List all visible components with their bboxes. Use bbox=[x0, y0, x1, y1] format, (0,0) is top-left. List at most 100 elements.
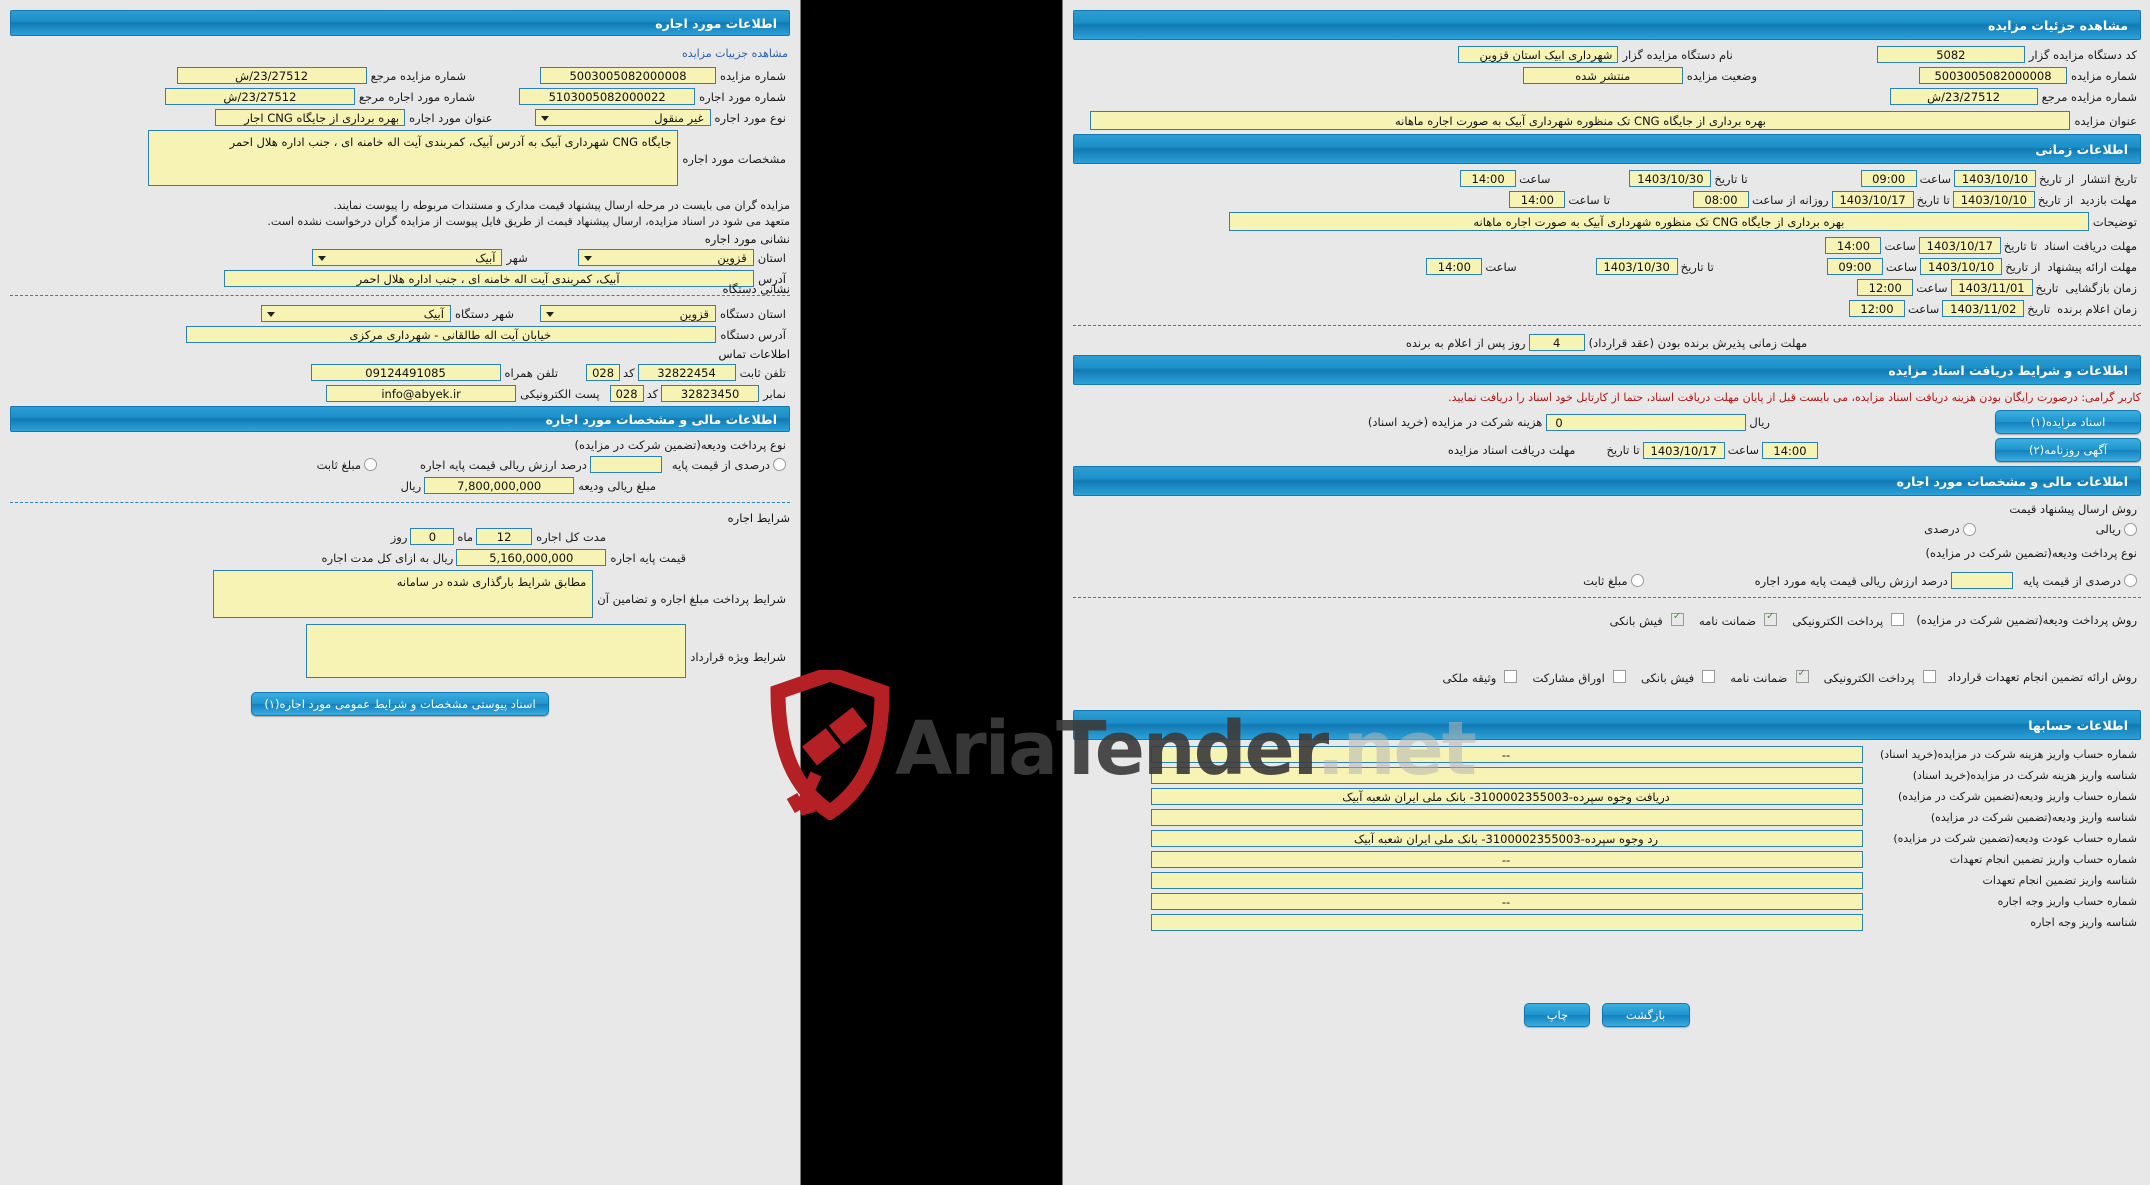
opening-time[interactable]: 12:00 bbox=[1857, 279, 1914, 296]
offer-to-time[interactable]: 14:00 bbox=[1426, 258, 1483, 275]
newspaper-ad-button[interactable]: آگهی روزنامه(۲) bbox=[1995, 438, 2141, 462]
right-fixed-amount-radio[interactable] bbox=[1630, 574, 1644, 587]
offer-to-date[interactable]: 1403/10/30 bbox=[1595, 258, 1678, 275]
docs-receive-time[interactable]: 14:00 bbox=[1762, 441, 1818, 459]
account-value[interactable] bbox=[1151, 872, 1863, 889]
phone-value[interactable]: 32822454 bbox=[637, 364, 736, 381]
publish-to-time[interactable]: 14:00 bbox=[1460, 170, 1517, 187]
account-label: شماره حساب واریز ودیعه(تضمین شرکت در مزا… bbox=[1898, 790, 2137, 803]
fax-code-value[interactable]: 028 bbox=[609, 385, 644, 402]
payment-terms-value[interactable]: مطابق شرایط بارگذاری شده در سامانه bbox=[213, 570, 594, 618]
winner-date-label: تاریخ bbox=[2027, 301, 2051, 316]
right-ref-number-value[interactable]: 23/27512/ش bbox=[1889, 88, 2038, 105]
publish-to-date[interactable]: 1403/10/30 bbox=[1629, 170, 1712, 187]
lease-duration-months[interactable]: 12 bbox=[476, 528, 533, 545]
visit-daily-from[interactable]: 08:00 bbox=[1693, 191, 1750, 208]
account-value[interactable] bbox=[1151, 809, 1863, 826]
offer-from-hour-label: ساعت bbox=[1885, 259, 1918, 274]
docs-to-time[interactable]: 14:00 bbox=[1825, 237, 1882, 254]
docs-to-date[interactable]: 1403/10/17 bbox=[1918, 237, 2001, 254]
winner-hour-label: ساعت bbox=[1907, 301, 1940, 316]
fax-value[interactable]: 32823450 bbox=[661, 385, 760, 402]
guarantee-bonds-checkbox[interactable] bbox=[1612, 670, 1626, 683]
org-code-value[interactable]: 5082 bbox=[1876, 46, 2025, 63]
left-deposit-type-row: نوع پرداخت ودیعه(تضمین شرکت در مزایده) bbox=[10, 438, 790, 452]
deposit-electronic-checkbox[interactable] bbox=[1891, 613, 1905, 626]
rial-method-radio[interactable] bbox=[2124, 522, 2137, 536]
publish-from-date[interactable]: 1403/10/10 bbox=[1953, 170, 2036, 187]
visit-to-date[interactable]: 1403/10/17 bbox=[1831, 191, 1914, 208]
visit-from-date[interactable]: 1403/10/10 bbox=[1952, 191, 2035, 208]
participation-fee-value[interactable]: 0 bbox=[1546, 413, 1747, 431]
publish-date-label: تاریخ انتشار bbox=[2081, 171, 2137, 186]
offer-from-time[interactable]: 09:00 bbox=[1826, 258, 1883, 275]
publish-from-hour-label: ساعت bbox=[1919, 171, 1951, 186]
deposit-amount-value[interactable]: 7,800,000,000 bbox=[424, 477, 575, 494]
account-value[interactable] bbox=[1151, 767, 1863, 784]
account-value[interactable]: -- bbox=[1151, 851, 1863, 868]
docs-receive-date[interactable]: 1403/10/17 bbox=[1642, 441, 1725, 459]
opening-time-label: زمان بازگشایی bbox=[2065, 280, 2137, 295]
lease-specs-value[interactable]: جایگاه CNG شهرداری آبیک به آدرس آبیک، کم… bbox=[148, 130, 679, 186]
offer-deadline-row: مهلت ارائه پیشنهاد از تاریخ 1403/10/10 س… bbox=[1073, 258, 2141, 275]
lease-specs-label: مشخصات مورد اجاره bbox=[682, 152, 786, 166]
percent-of-base-radio[interactable] bbox=[773, 458, 786, 471]
account-value[interactable]: -- bbox=[1151, 893, 1863, 910]
account-value[interactable]: -- bbox=[1151, 746, 1863, 763]
org-address-value[interactable]: خیابان آیت اله طالقانی - شهرداری مرکزی bbox=[186, 326, 717, 343]
winner-time[interactable]: 12:00 bbox=[1848, 300, 1905, 317]
org-province-select[interactable]: قزوین bbox=[539, 305, 716, 322]
visit-daily-to[interactable]: 14:00 bbox=[1509, 191, 1566, 208]
auction-description-value[interactable]: بهره برداری از جایگاه CNG تک منظوره شهرد… bbox=[1228, 212, 2089, 231]
right-deposit-percent-input[interactable] bbox=[1950, 572, 2013, 589]
account-value[interactable]: دریافت وجوه سپرده-3100002355003- بانک مل… bbox=[1151, 788, 1863, 805]
guarantee-letter-checkbox[interactable] bbox=[1795, 668, 1809, 683]
lease-type-select[interactable]: غیر منقول bbox=[534, 109, 711, 126]
account-value[interactable]: رد وجوه سپرده-3100002355003- بانک ملی ای… bbox=[1151, 830, 1863, 847]
auction-title-value[interactable]: بهره برداری از جایگاه CNG تک منظوره شهرد… bbox=[1090, 111, 2071, 130]
back-button[interactable]: بازگشت bbox=[1601, 1003, 1690, 1027]
account-row: شماره حساب واریز تضمین انجام تعهدات -- bbox=[1073, 851, 2141, 868]
guarantee-bank-receipt-checkbox[interactable] bbox=[1702, 670, 1716, 683]
org-city-select[interactable]: آبیک bbox=[260, 305, 451, 322]
org-name-value[interactable]: شهرداری ابیک استان قزوین bbox=[1458, 46, 1619, 63]
auction-documents-button[interactable]: اسناد مزایده(۱) bbox=[1995, 410, 2141, 434]
guarantee-electronic-checkbox[interactable] bbox=[1922, 670, 1936, 683]
acceptance-days-value[interactable]: 4 bbox=[1528, 334, 1585, 351]
print-button[interactable]: چاپ bbox=[1524, 1003, 1591, 1027]
mobile-value[interactable]: 09124491085 bbox=[310, 364, 501, 381]
view-auction-details-link[interactable]: مشاهده جزییات مزایده bbox=[682, 47, 788, 60]
auction-status-value[interactable]: منتشر شده bbox=[1522, 67, 1683, 84]
percent-method-radio[interactable] bbox=[1962, 522, 1976, 536]
deposit-bank-receipt-checkbox[interactable] bbox=[1670, 611, 1684, 626]
lease-number-value[interactable]: 5103005082000022 bbox=[519, 88, 696, 105]
deposit-percent-input[interactable] bbox=[589, 456, 662, 473]
lease-address-value[interactable]: آبیک، کمربندی آیت اله خامنه ای ، جنب ادا… bbox=[224, 270, 755, 287]
fixed-amount-radio[interactable] bbox=[364, 458, 378, 471]
lease-city-select[interactable]: آبیک bbox=[312, 249, 503, 266]
right-percent-of-base-radio[interactable] bbox=[2124, 574, 2137, 587]
publish-from-time[interactable]: 09:00 bbox=[1860, 170, 1917, 187]
winner-date[interactable]: 1403/11/02 bbox=[1942, 300, 2025, 317]
lease-type-row: نوع مورد اجاره غیر منقول عنوان مورد اجار… bbox=[10, 109, 790, 126]
auction-number-value[interactable]: 5003005082000008 bbox=[540, 67, 716, 84]
guarantee-property-checkbox[interactable] bbox=[1504, 670, 1518, 683]
special-terms-value[interactable] bbox=[306, 624, 687, 678]
offer-from-date[interactable]: 1403/10/10 bbox=[1920, 258, 2003, 275]
deposit-guarantee-checkbox[interactable] bbox=[1764, 611, 1778, 626]
account-value[interactable] bbox=[1151, 914, 1863, 931]
lease-attachments-button[interactable]: اسناد پیوستی مشخصات و شرایط عمومی مورد ا… bbox=[251, 692, 549, 716]
lease-duration-days[interactable]: 0 bbox=[410, 528, 455, 545]
email-value[interactable]: info@abyek.ir bbox=[326, 385, 517, 402]
account-label: شماره حساب واریز وجه اجاره bbox=[1997, 895, 2137, 908]
lease-province-select[interactable]: قزوین bbox=[577, 249, 754, 266]
ref-lease-number-value[interactable]: 23/27512/ش bbox=[164, 88, 355, 105]
right-auction-number-value[interactable]: 5003005082000008 bbox=[1919, 67, 2067, 84]
phone-code-value[interactable]: 028 bbox=[586, 364, 621, 381]
lease-title-value[interactable]: بهره برداری از جایگاه CNG اجار bbox=[215, 109, 406, 126]
ref-auction-number-value[interactable]: 23/27512/ش bbox=[176, 67, 367, 84]
opening-date[interactable]: 1403/11/01 bbox=[1950, 279, 2033, 296]
visit-from-label: از تاریخ bbox=[2037, 192, 2074, 207]
mobile-label: تلفن همراه bbox=[504, 365, 559, 380]
base-price-value[interactable]: 5,160,000,000 bbox=[456, 549, 607, 566]
